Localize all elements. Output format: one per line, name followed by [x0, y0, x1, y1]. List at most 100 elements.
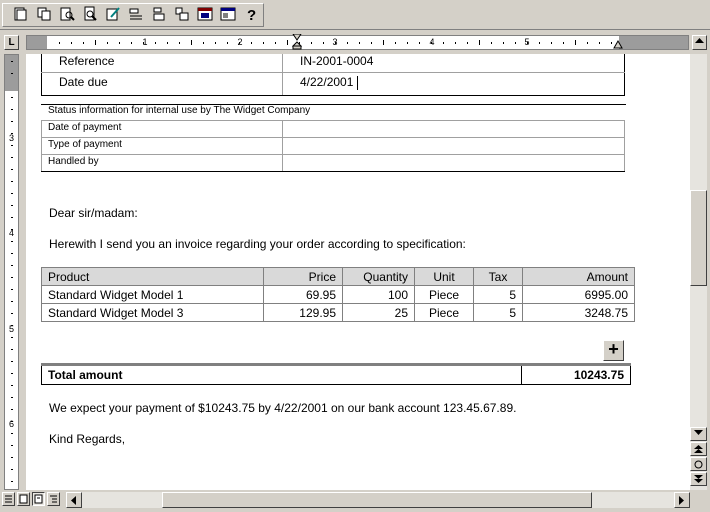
ruler-number: 2: [237, 37, 243, 47]
status-row-label: Type of payment: [48, 139, 122, 150]
horizontal-scrollbar[interactable]: [66, 492, 690, 508]
svg-text:?: ?: [247, 7, 256, 22]
ruler-tick: [395, 42, 396, 44]
ruler-tick: [11, 109, 13, 110]
cell-price[interactable]: 69.95: [263, 285, 343, 304]
print-preview-icon[interactable]: [82, 6, 98, 22]
edit-icon[interactable]: [105, 6, 121, 22]
cell-unit[interactable]: Piece: [414, 303, 474, 322]
copy-icon[interactable]: [36, 6, 52, 22]
ruler-tick: [179, 42, 180, 44]
next-page-button[interactable]: [690, 472, 707, 486]
horizontal-scroll-thumb[interactable]: [162, 492, 592, 508]
table-border: [41, 137, 625, 138]
reference-label: Reference: [59, 54, 115, 68]
cell-tax[interactable]: 5: [473, 285, 523, 304]
status-row-label: Date of payment: [48, 122, 122, 133]
vertical-scroll-thumb[interactable]: [690, 190, 707, 286]
split-icon[interactable]: [174, 6, 190, 22]
column-header-product: Product: [41, 267, 264, 286]
ruler-tick: [11, 145, 13, 146]
status-scroll-row: [0, 491, 710, 512]
scroll-down-button[interactable]: [690, 427, 707, 441]
column-header-unit: Unit: [414, 267, 474, 286]
select-browse-object-button[interactable]: [690, 457, 707, 471]
ruler-right-margin: [619, 36, 688, 49]
cell-tax[interactable]: 5: [473, 303, 523, 322]
items-table: Product Price Quantity Unit Tax Amount S…: [41, 267, 635, 322]
date-due-value[interactable]: 4/22/2001: [300, 75, 353, 89]
ruler-tick: [479, 40, 480, 45]
ruler-tick: [455, 42, 456, 44]
right-indent-marker-icon[interactable]: [613, 40, 623, 50]
ruler-tick: [11, 457, 13, 458]
ruler-number: 3: [332, 37, 338, 47]
closing-text: Kind Regards,: [49, 432, 126, 446]
window-icon[interactable]: [220, 6, 236, 22]
ruler-tick: [371, 42, 372, 44]
ruler-tick: [323, 42, 324, 44]
ruler-tick: [563, 42, 564, 44]
ruler-tick: [359, 42, 360, 44]
ruler-number: 1: [142, 37, 148, 47]
cell-product[interactable]: Standard Widget Model 1: [41, 285, 264, 304]
cell-amount[interactable]: 6995.00: [522, 285, 635, 304]
calendar-icon[interactable]: [197, 6, 213, 22]
previous-page-button[interactable]: [690, 442, 707, 456]
ruler-tick: [263, 42, 264, 44]
ruler-tick: [11, 385, 13, 386]
table-row[interactable]: Standard Widget Model 1 69.95 100 Piece …: [41, 285, 635, 304]
table-border: [624, 54, 625, 95]
cell-quantity[interactable]: 100: [342, 285, 415, 304]
cell-amount[interactable]: 3248.75: [522, 303, 635, 322]
scroll-left-button[interactable]: [66, 492, 82, 508]
print-layout-view-button[interactable]: [32, 492, 45, 506]
horizontal-ruler[interactable]: 1 2 3 4 5: [26, 34, 689, 50]
vertical-scrollbar[interactable]: [690, 54, 707, 490]
ruler-tick: [131, 42, 132, 44]
tab-selector-button[interactable]: L: [4, 35, 19, 50]
ruler-tick: [407, 42, 408, 44]
total-value[interactable]: 10243.75: [521, 363, 631, 385]
ruler-tick: [11, 481, 13, 482]
outdent-icon[interactable]: [128, 6, 144, 22]
ruler-tick: [107, 42, 108, 44]
cell-unit[interactable]: Piece: [414, 285, 474, 304]
column-header-tax: Tax: [473, 267, 523, 286]
document-page[interactable]: Reference IN-2001-0004 Date due 4/22/200…: [26, 54, 690, 490]
add-row-button[interactable]: +: [603, 340, 624, 361]
table-border: [624, 120, 625, 171]
zoom-page-icon[interactable]: [59, 6, 75, 22]
vertical-ruler[interactable]: 3 4 5 6: [4, 54, 19, 490]
table-border: [282, 120, 283, 171]
ruler-tick: [251, 42, 252, 44]
ruler-tick: [587, 42, 588, 44]
ruler-tick: [443, 42, 444, 44]
normal-view-button[interactable]: [2, 492, 15, 506]
ruler-tick: [419, 42, 420, 44]
ruler-tick: [383, 40, 384, 45]
cell-quantity[interactable]: 25: [342, 303, 415, 322]
ruler-tick: [11, 205, 13, 206]
indent-marker-icon[interactable]: [292, 34, 302, 50]
intro-text: Herewith I send you an invoice regarding…: [49, 237, 466, 251]
status-row-label: Handled by: [48, 156, 99, 167]
ruler-tick: [503, 42, 504, 44]
cell-price[interactable]: 129.95: [263, 303, 343, 322]
help-icon[interactable]: ?: [243, 6, 259, 22]
outline-view-button[interactable]: [47, 492, 60, 506]
cell-product[interactable]: Standard Widget Model 3: [41, 303, 264, 322]
web-layout-view-button[interactable]: [17, 492, 30, 506]
table-row[interactable]: Standard Widget Model 3 129.95 25 Piece …: [41, 303, 635, 322]
ruler-tick: [203, 42, 204, 44]
indent-icon[interactable]: [151, 6, 167, 22]
table-border: [282, 54, 283, 95]
new-document-icon[interactable]: [12, 6, 28, 22]
ruler-tick: [11, 241, 13, 242]
table-border: [41, 95, 625, 96]
scroll-up-button[interactable]: [692, 35, 707, 50]
reference-value[interactable]: IN-2001-0004: [300, 54, 373, 68]
ruler-tick: [611, 42, 612, 44]
ruler-tick: [11, 277, 13, 278]
scroll-right-button[interactable]: [674, 492, 690, 508]
